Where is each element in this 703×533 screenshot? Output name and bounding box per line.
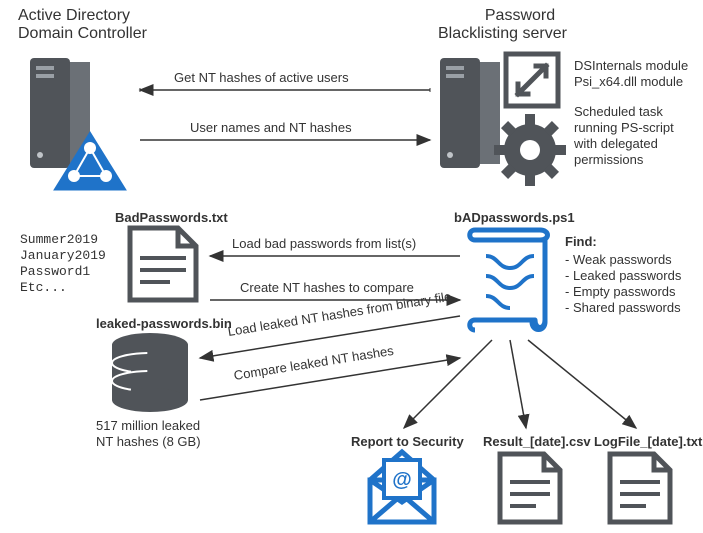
database-icon — [112, 333, 188, 412]
svg-text:@: @ — [392, 469, 412, 491]
diagram-canvas: @ — [0, 0, 703, 533]
script-icon — [470, 230, 548, 330]
badpasswords-file-icon — [130, 228, 196, 300]
arrow-compareleaked — [200, 358, 460, 400]
arrow-loadleaked — [200, 316, 460, 358]
log-file-icon — [610, 454, 670, 522]
arrow-to-csv — [510, 340, 526, 428]
blacklist-server-icon — [440, 58, 500, 168]
expand-icon — [506, 54, 558, 106]
mail-icon: @ — [370, 452, 434, 522]
csv-file-icon — [500, 454, 560, 522]
arrow-to-log — [528, 340, 636, 428]
arrow-to-report — [404, 340, 492, 428]
gear-icon — [494, 114, 566, 186]
